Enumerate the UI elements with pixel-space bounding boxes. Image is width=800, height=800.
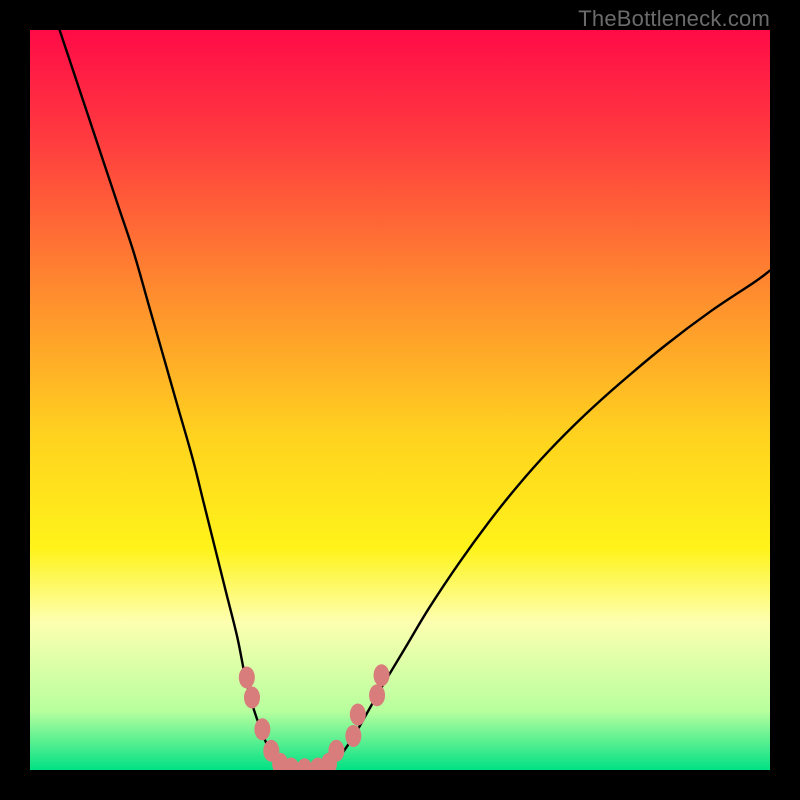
- marker-m12: [350, 704, 366, 726]
- marker-m1: [239, 667, 255, 689]
- marker-m11: [345, 725, 361, 747]
- marker-m14: [374, 664, 390, 686]
- plot-area: [30, 30, 770, 770]
- chart-background: [30, 30, 770, 770]
- chart-svg: [30, 30, 770, 770]
- marker-m13: [369, 684, 385, 706]
- marker-m3: [254, 718, 270, 740]
- watermark-text: TheBottleneck.com: [578, 6, 770, 32]
- chart-frame: TheBottleneck.com: [0, 0, 800, 800]
- marker-m10: [328, 740, 344, 762]
- marker-m2: [244, 686, 260, 708]
